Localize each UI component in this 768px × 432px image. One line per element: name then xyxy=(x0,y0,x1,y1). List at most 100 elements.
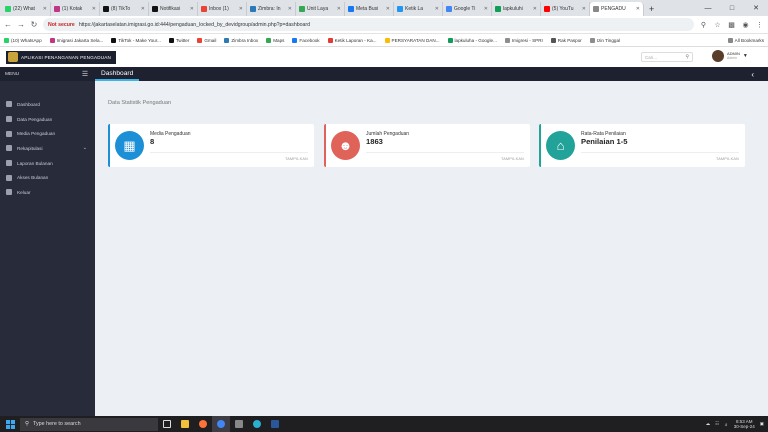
close-tab-icon[interactable]: ✕ xyxy=(288,6,292,12)
browser-tab[interactable]: (5) YouTu ✕ xyxy=(541,2,590,16)
browser-tab-strip: (22) What ✕ (1) Kotak ✕ (8) TikTo ✕ Notifikasi… xyxy=(0,0,768,16)
tab-label: Google Ti xyxy=(454,6,476,12)
close-tab-icon[interactable]: ✕ xyxy=(582,6,586,12)
zoom-icon[interactable]: ⚲ xyxy=(699,21,708,29)
browser-tab-active[interactable]: PENGADU ✕ xyxy=(590,2,644,16)
firefox-icon[interactable] xyxy=(194,416,212,432)
browser-tab[interactable]: Meta Busi ✕ xyxy=(345,2,394,16)
bookmark-star-icon[interactable]: ☆ xyxy=(713,21,722,29)
browser-tab[interactable]: Notifikasi ✕ xyxy=(149,2,198,16)
all-bookmarks[interactable]: All Bookmarks xyxy=(727,37,764,43)
browser-menu-icon[interactable]: ⋮ xyxy=(755,21,764,29)
sidebar-item-keluar[interactable]: Keluar xyxy=(0,185,95,200)
profile-icon[interactable]: ◉ xyxy=(741,21,750,29)
show-more-link[interactable]: TAMPILKAN xyxy=(501,157,524,161)
bookmark-item[interactable]: Maps xyxy=(266,37,284,43)
notification-icon[interactable]: ▣ xyxy=(760,421,764,427)
bookmark-item[interactable]: Rak Paspor xyxy=(550,37,582,43)
new-tab-icon[interactable]: + xyxy=(644,2,659,16)
bookmark-item[interactable]: Imigresi - SPRI xyxy=(504,37,543,43)
bookmark-item[interactable]: Twitter xyxy=(168,37,189,43)
app-icon[interactable] xyxy=(230,416,248,432)
close-tab-icon[interactable]: ✕ xyxy=(337,6,341,12)
browser-tab[interactable]: (1) Kotak ✕ xyxy=(51,2,100,16)
network-icon[interactable]: ☷ xyxy=(715,421,719,427)
bookmark-item[interactable]: lapkuluha - Google... xyxy=(447,37,497,43)
bookmark-label: PERSYARATAN DAN... xyxy=(391,37,440,43)
sidebar-item-data-pengaduan[interactable]: Data Pengaduan xyxy=(0,112,95,127)
close-tab-icon[interactable]: ✕ xyxy=(636,6,640,12)
bookmarks-bar: (10) WhatsApp Imigrasi Jakarta Sela... Tik… xyxy=(0,34,768,47)
weather-icon[interactable]: ☁ xyxy=(706,421,711,427)
close-tab-icon[interactable]: ✕ xyxy=(386,6,390,12)
sidebar-item-laporan-bulanan[interactable]: Laporan Bulanan xyxy=(0,156,95,171)
tab-label: (1) Kotak xyxy=(62,6,83,12)
close-tab-icon[interactable]: ✕ xyxy=(141,6,145,12)
bookmark-item[interactable]: Imigrasi Jakarta Sela... xyxy=(49,37,103,43)
reload-icon[interactable]: ↻ xyxy=(30,20,38,29)
forward-icon[interactable]: → xyxy=(17,20,25,29)
search-input[interactable]: Cari... ⚲ xyxy=(641,52,693,62)
browser-tab[interactable]: Ketik La ✕ xyxy=(394,2,443,16)
close-tab-icon[interactable]: ✕ xyxy=(43,6,47,12)
chevron-down-icon[interactable]: ▼ xyxy=(743,53,748,59)
show-more-link[interactable]: TAMPILKAN xyxy=(716,157,739,161)
close-tab-icon[interactable]: ✕ xyxy=(484,6,488,12)
back-icon[interactable]: ← xyxy=(4,20,12,29)
bookmark-item[interactable]: PERSYARATAN DAN... xyxy=(384,37,440,43)
bookmark-item[interactable]: Facebook xyxy=(292,37,320,43)
close-icon[interactable]: ✕ xyxy=(744,0,768,16)
windows-start-icon[interactable] xyxy=(0,419,20,429)
show-more-link[interactable]: TAMPILKAN xyxy=(285,157,308,161)
file-explorer-icon[interactable] xyxy=(176,416,194,432)
sidebar-item-label: Keluar xyxy=(17,189,31,195)
browser-tab[interactable]: Google Ti ✕ xyxy=(443,2,492,16)
tab-favicon-icon xyxy=(397,6,403,12)
volume-icon[interactable]: ♬ xyxy=(724,422,729,427)
url-field[interactable]: Not secure https://jakartaselatan.imigra… xyxy=(43,18,694,31)
close-tab-icon[interactable]: ✕ xyxy=(533,6,537,12)
bookmark-favicon-icon xyxy=(384,37,390,43)
close-tab-icon[interactable]: ✕ xyxy=(239,6,243,12)
url-text: https://jakartaselatan.imigrasi.go.id:44… xyxy=(78,21,310,28)
extensions-icon[interactable]: ▩ xyxy=(727,21,736,29)
chevron-left-icon[interactable]: ‹ xyxy=(751,70,754,79)
search-icon[interactable]: ⚲ xyxy=(685,54,689,60)
taskbar-search-input[interactable]: ⚲ Type here to search xyxy=(20,417,158,431)
bookmark-item[interactable]: TikTok - Make Your... xyxy=(111,37,161,43)
tab-dashboard[interactable]: Dashboard xyxy=(95,67,140,81)
hamburger-icon[interactable]: ☰ xyxy=(75,70,95,78)
not-secure-label[interactable]: Not secure xyxy=(48,22,75,28)
edge-icon[interactable] xyxy=(248,416,266,432)
bookmark-item[interactable]: Izin Tinggal xyxy=(589,37,620,43)
bookmark-item[interactable]: Ketik Laporan - Ka... xyxy=(327,37,377,43)
close-tab-icon[interactable]: ✕ xyxy=(190,6,194,12)
sidebar-item-dashboard[interactable]: Dashboard xyxy=(0,97,95,112)
chrome-icon[interactable] xyxy=(212,416,230,432)
close-tab-icon[interactable]: ✕ xyxy=(92,6,96,12)
avatar[interactable] xyxy=(712,50,724,62)
menu-label: MENU xyxy=(5,71,20,77)
browser-tab[interactable]: lapkuluhi ✕ xyxy=(492,2,541,16)
sidebar-item-media-pengaduan[interactable]: Media Pengaduan xyxy=(0,126,95,141)
bookmark-item[interactable]: Zimbra Inbox xyxy=(224,37,258,43)
sidebar-item-akses-bulanan[interactable]: Akses Bulanan xyxy=(0,170,95,185)
browser-tab[interactable]: Inbox (1) ✕ xyxy=(198,2,247,16)
minimize-icon[interactable]: — xyxy=(696,0,720,16)
browser-tab[interactable]: (22) What ✕ xyxy=(2,2,51,16)
browser-tab[interactable]: Zimbra: In ✕ xyxy=(247,2,296,16)
tab-favicon-icon xyxy=(250,6,256,12)
bookmark-item[interactable]: (10) WhatsApp xyxy=(4,37,42,43)
app-logo[interactable]: APLIKASI PENANGANAN PENGADUAN xyxy=(6,50,117,64)
sidebar-item-rekapitulasi[interactable]: Rekapitulasi ⌄ xyxy=(0,141,95,156)
browser-tab[interactable]: (8) TikTo ✕ xyxy=(100,2,149,16)
maximize-icon[interactable]: □ xyxy=(720,0,744,16)
close-tab-icon[interactable]: ✕ xyxy=(435,6,439,12)
browser-tab[interactable]: Unit Laya ✕ xyxy=(296,2,345,16)
clock[interactable]: 8:53 AM 30-Sep-24 xyxy=(734,419,755,430)
bookmark-label: Rak Paspor xyxy=(557,37,582,43)
task-view-icon[interactable] xyxy=(158,416,176,432)
user-menu[interactable]: ADMIN Admin ▼ xyxy=(712,50,748,62)
bookmark-item[interactable]: Gmail xyxy=(197,37,216,43)
word-icon[interactable] xyxy=(266,416,284,432)
